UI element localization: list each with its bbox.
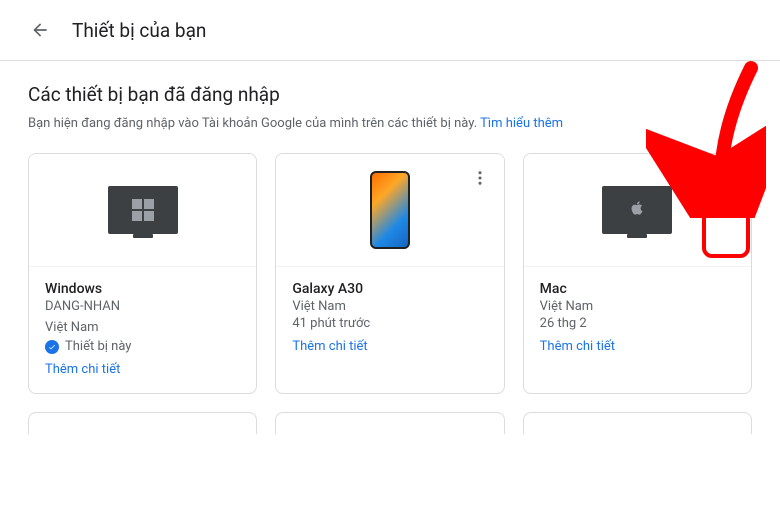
device-card-windows[interactable]: Windows DANG-NHAN Việt Nam Thiết bị này … (28, 153, 257, 394)
check-icon (45, 340, 59, 354)
device-location: Việt Nam (292, 299, 487, 314)
device-card-body: Galaxy A30 Việt Nam 41 phút trước Thêm c… (276, 266, 503, 370)
device-card-partial[interactable] (523, 412, 752, 434)
device-image-area (29, 154, 256, 266)
device-card-galaxy[interactable]: Galaxy A30 Việt Nam 41 phút trước Thêm c… (275, 153, 504, 394)
device-card-mac[interactable]: Mac Việt Nam 26 thg 2 Thêm chi tiết (523, 153, 752, 394)
device-card-partial[interactable] (28, 412, 257, 434)
windows-logo-icon (132, 199, 154, 221)
device-time: 26 thg 2 (540, 316, 735, 331)
page-header: Thiết bị của bạn (0, 0, 780, 61)
device-location: Việt Nam (45, 320, 240, 335)
details-link[interactable]: Thêm chi tiết (292, 339, 487, 354)
more-vert-icon (718, 169, 736, 187)
device-menu-button[interactable] (464, 162, 496, 194)
phone-icon (370, 171, 410, 249)
windows-monitor-icon (108, 186, 178, 234)
page-title: Thiết bị của bạn (72, 19, 206, 42)
device-time: 41 phút trước (292, 316, 487, 331)
device-cards-row-partial (28, 412, 752, 434)
device-name: Windows (45, 281, 240, 297)
device-cards-row: Windows DANG-NHAN Việt Nam Thiết bị này … (28, 153, 752, 394)
device-card-body: Windows DANG-NHAN Việt Nam Thiết bị này … (29, 266, 256, 393)
device-name: Mac (540, 281, 735, 297)
section-description: Bạn hiện đang đăng nhập vào Tài khoản Go… (28, 116, 752, 131)
device-image-area (524, 154, 751, 266)
learn-more-link[interactable]: Tìm hiểu thêm (480, 116, 563, 131)
details-link[interactable]: Thêm chi tiết (45, 362, 240, 377)
device-name: Galaxy A30 (292, 281, 487, 297)
arrow-left-icon (30, 20, 50, 40)
back-button[interactable] (28, 18, 52, 42)
mac-monitor-icon (602, 186, 672, 234)
content-area: Các thiết bị bạn đã đăng nhập Bạn hiện đ… (0, 61, 780, 474)
more-vert-icon (471, 169, 489, 187)
device-subtitle: DANG-NHAN (45, 299, 240, 314)
device-card-partial[interactable] (275, 412, 504, 434)
details-link[interactable]: Thêm chi tiết (540, 339, 735, 354)
section-title: Các thiết bị bạn đã đăng nhập (28, 83, 752, 106)
device-location: Việt Nam (540, 299, 735, 314)
device-card-body: Mac Việt Nam 26 thg 2 Thêm chi tiết (524, 266, 751, 370)
apple-logo-icon (629, 199, 645, 222)
this-device-badge: Thiết bị này (45, 339, 240, 354)
device-menu-button[interactable] (711, 162, 743, 194)
device-image-area (276, 154, 503, 266)
